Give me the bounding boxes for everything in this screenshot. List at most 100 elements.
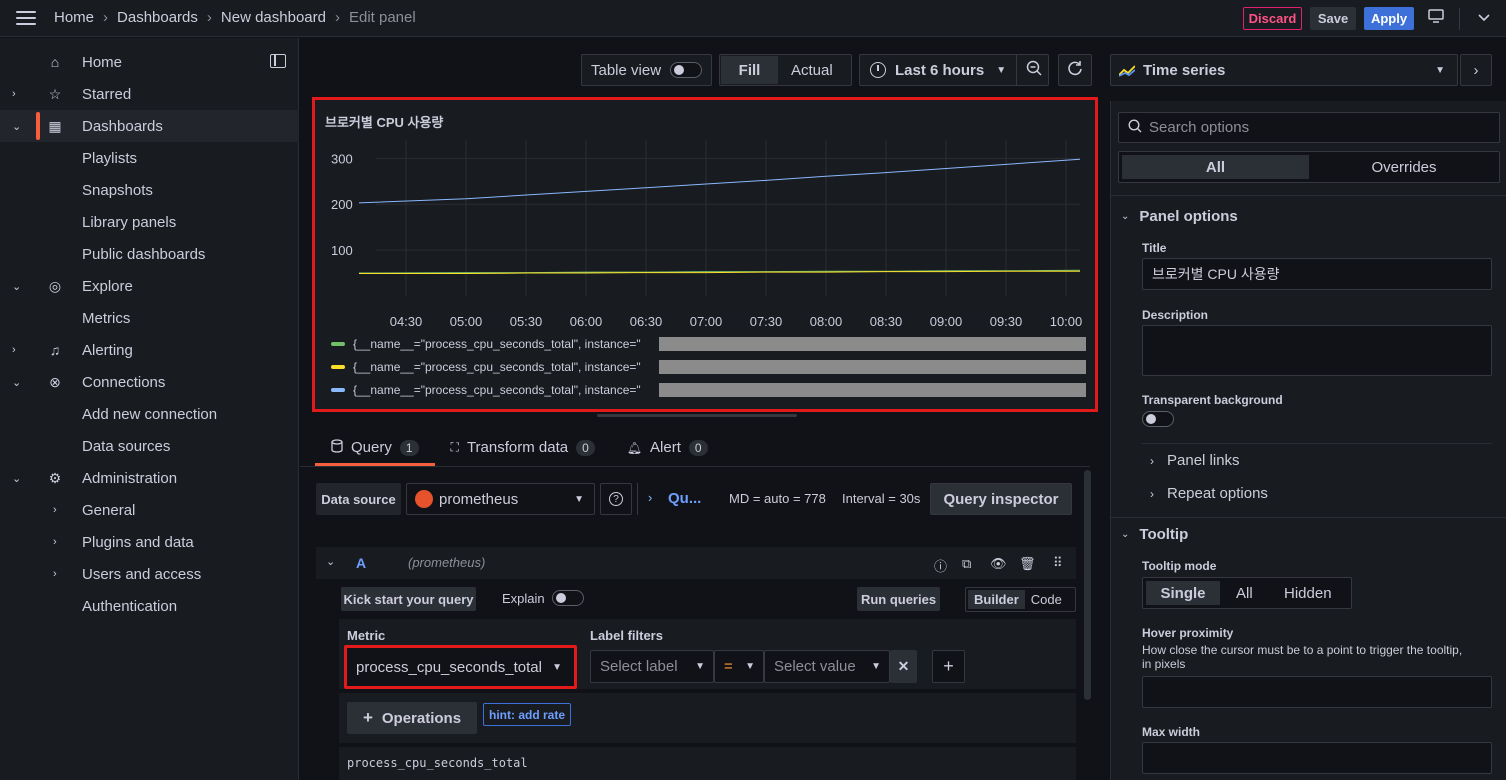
search-icon: [1128, 119, 1142, 136]
tab-alert[interactable]: 🔔︎ Alert 0: [611, 430, 724, 465]
hover-proximity-input[interactable]: [1142, 676, 1492, 708]
discard-button[interactable]: Discard: [1243, 7, 1302, 30]
chevron-down-icon[interactable]: ⌄: [12, 120, 24, 133]
tooltip-mode-label: Tooltip mode: [1142, 559, 1217, 573]
query-inspector-button[interactable]: Query inspector: [930, 483, 1072, 515]
sidebar-item-snapshots[interactable]: Snapshots: [0, 174, 299, 206]
chevron-right-icon[interactable]: ›: [12, 344, 24, 356]
add-filter-button[interactable]: +: [932, 650, 965, 683]
operator-dropdown[interactable]: = ▼: [714, 650, 764, 683]
breadcrumb-dashboards[interactable]: Dashboards: [117, 9, 198, 26]
select-value-dropdown[interactable]: Select value ▼: [764, 650, 890, 683]
table-view-toggle[interactable]: Table view: [581, 54, 712, 86]
title-input[interactable]: 브로커별 CPU 사용량: [1142, 258, 1492, 290]
copy-icon[interactable]: ⧉: [962, 556, 971, 572]
chevron-down-icon[interactable]: ⌄: [12, 376, 24, 389]
sidebar-item-plugins-and-data[interactable]: › Plugins and data: [0, 526, 299, 558]
sidebar-item-library-panels[interactable]: Library panels: [0, 206, 299, 238]
help-button[interactable]: ?: [600, 483, 632, 515]
sidebar-item-metrics[interactable]: Metrics: [0, 302, 299, 334]
refresh-button[interactable]: [1058, 54, 1092, 86]
sidebar-item-playlists[interactable]: Playlists: [0, 142, 299, 174]
sidebar-item-add-new-connection[interactable]: Add new connection: [0, 398, 299, 430]
metric-select[interactable]: process_cpu_seconds_total ▼: [344, 645, 577, 689]
operations-button[interactable]: + Operations: [347, 702, 477, 734]
remove-filter-button[interactable]: ✕: [890, 650, 917, 683]
tooltip-section[interactable]: ⌄ Tooltip: [1121, 526, 1188, 543]
panel-options-section[interactable]: ⌄ Panel options: [1121, 208, 1238, 225]
chevron-down-icon[interactable]: [1474, 9, 1494, 29]
hint-add-rate[interactable]: hint: add rate: [483, 703, 572, 726]
sidebar-item-connections[interactable]: ⌄ ⊗ Connections: [0, 366, 299, 398]
sidebar-item-starred[interactable]: › ☆ Starred: [0, 78, 299, 110]
time-picker[interactable]: Last 6 hours ▼: [859, 54, 1049, 86]
chevron-right-icon[interactable]: ›: [12, 88, 24, 100]
menu-icon[interactable]: [16, 11, 36, 25]
monitor-icon[interactable]: [1426, 9, 1446, 29]
sidebar-item-users-and-access[interactable]: › Users and access: [0, 558, 299, 590]
select-value-placeholder: Select value: [774, 658, 856, 675]
scrollbar[interactable]: [1084, 470, 1091, 700]
sidebar-item-data-sources[interactable]: Data sources: [0, 430, 299, 462]
collapse-options-button[interactable]: ›: [1460, 54, 1492, 86]
sidebar-item-home[interactable]: ⌂ Home: [0, 46, 299, 78]
chevron-right-icon[interactable]: ›: [648, 490, 652, 505]
legend-item[interactable]: {__name__="process_cpu_seconds_total", i…: [331, 335, 641, 353]
sidebar-item-general[interactable]: › General: [0, 494, 299, 526]
sidebar-item-label: Administration: [82, 469, 178, 487]
chevron-right-icon[interactable]: ›: [53, 536, 65, 548]
collapse-chevron-icon[interactable]: ⌄: [326, 555, 335, 568]
breadcrumb-new-dashboard[interactable]: New dashboard: [221, 9, 326, 26]
drag-handle-icon[interactable]: ⠿: [1053, 555, 1062, 571]
tooltip-all[interactable]: All: [1236, 585, 1253, 602]
trash-icon[interactable]: 🗑︎: [1019, 556, 1036, 572]
overrides-tab[interactable]: Overrides: [1309, 159, 1499, 176]
visualization-picker[interactable]: Time series ▼: [1110, 54, 1458, 86]
legend-item[interactable]: {__name__="process_cpu_seconds_total", i…: [331, 358, 641, 376]
chevron-right-icon[interactable]: ›: [53, 504, 65, 516]
legend-item[interactable]: {__name__="process_cpu_seconds_total", i…: [331, 381, 641, 399]
query-ref-id[interactable]: A: [356, 555, 366, 571]
transparent-toggle[interactable]: [1142, 411, 1174, 427]
chevron-down-icon[interactable]: ⌄: [12, 472, 24, 485]
eye-icon[interactable]: 👁︎: [990, 556, 1007, 572]
table-view-switch[interactable]: [670, 62, 703, 78]
sidebar-item-alerting[interactable]: › ♫ Alerting: [0, 334, 299, 366]
sidebar-item-dashboards[interactable]: ⌄ ▦ Dashboards: [0, 110, 299, 142]
max-width-input[interactable]: [1142, 742, 1492, 774]
code-button[interactable]: Code: [1031, 592, 1062, 607]
breadcrumb-home[interactable]: Home: [54, 9, 94, 26]
sidebar-item-public-dashboards[interactable]: Public dashboards: [0, 238, 299, 270]
actual-button[interactable]: Actual: [791, 62, 833, 79]
chevron-down-icon: ▼: [552, 661, 562, 673]
apply-button[interactable]: Apply: [1364, 7, 1414, 30]
zoom-out-icon[interactable]: [1026, 60, 1042, 80]
save-button[interactable]: Save: [1310, 7, 1356, 30]
data-source-picker[interactable]: prometheus ▼: [406, 483, 595, 515]
sidebar-item-administration[interactable]: ⌄ ⚙ Administration: [0, 462, 299, 494]
query-options-link[interactable]: Qu...: [668, 490, 701, 507]
help-circle-icon[interactable]: ⓘ: [934, 556, 947, 575]
search-options-input[interactable]: Search options: [1118, 112, 1500, 143]
tab-query[interactable]: Query 1: [315, 430, 435, 466]
repeat-options-section[interactable]: › Repeat options: [1150, 485, 1268, 502]
md-value: MD = auto = 778: [729, 491, 826, 506]
panel-links-section[interactable]: › Panel links: [1150, 452, 1240, 469]
sidebar-item-explore[interactable]: ⌄ ◎ Explore: [0, 270, 299, 302]
chevron-down-icon[interactable]: ⌄: [12, 280, 24, 293]
tooltip-hidden[interactable]: Hidden: [1284, 585, 1332, 602]
tooltip-single[interactable]: Single: [1146, 581, 1220, 605]
fill-button[interactable]: Fill: [721, 56, 778, 84]
tab-transform[interactable]: ⛶ Transform data 0: [435, 430, 611, 465]
kick-start-button[interactable]: Kick start your query: [341, 587, 476, 611]
run-queries-button[interactable]: Run queries: [857, 587, 940, 611]
description-textarea[interactable]: [1142, 325, 1492, 376]
select-label-dropdown[interactable]: Select label ▼: [590, 650, 714, 683]
legend-swatch: [331, 342, 345, 346]
all-tab[interactable]: All: [1122, 155, 1309, 179]
chevron-right-icon[interactable]: ›: [53, 568, 65, 580]
explain-toggle[interactable]: [552, 590, 584, 606]
sidebar-item-authentication[interactable]: Authentication: [0, 590, 299, 622]
resize-handle[interactable]: [597, 414, 797, 417]
builder-button[interactable]: Builder: [968, 590, 1025, 609]
